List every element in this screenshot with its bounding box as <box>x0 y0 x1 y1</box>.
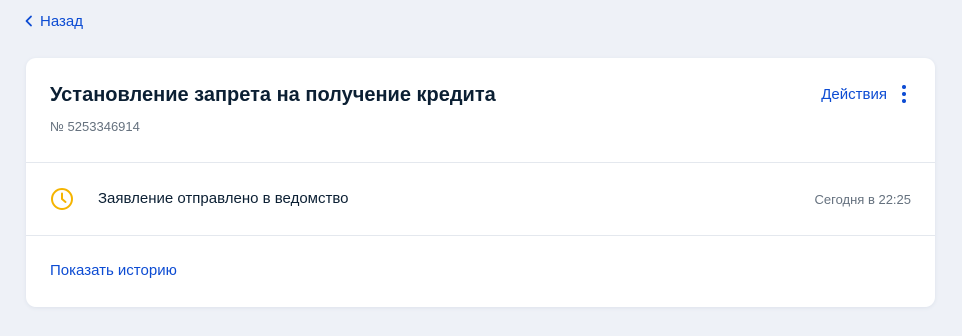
application-number: № 5253346914 <box>50 119 140 134</box>
clock-icon <box>51 188 73 210</box>
status-text: Заявление отправлено в ведомство <box>98 190 349 207</box>
show-history-link[interactable]: Показать историю <box>50 262 177 279</box>
chevron-left-icon <box>25 15 32 27</box>
actions-button[interactable]: Действия <box>821 84 911 104</box>
actions-label: Действия <box>821 85 887 103</box>
application-card: Установление запрета на получение кредит… <box>26 58 935 307</box>
divider <box>26 235 935 236</box>
application-title: Установление запрета на получение кредит… <box>50 84 496 106</box>
back-link-label: Назад <box>40 12 83 30</box>
kebab-menu-icon <box>897 84 911 104</box>
back-link[interactable]: Назад <box>24 11 83 31</box>
status-row: Заявление отправлено в ведомство Сегодня… <box>26 163 935 235</box>
status-time: Сегодня в 22:25 <box>814 192 911 207</box>
